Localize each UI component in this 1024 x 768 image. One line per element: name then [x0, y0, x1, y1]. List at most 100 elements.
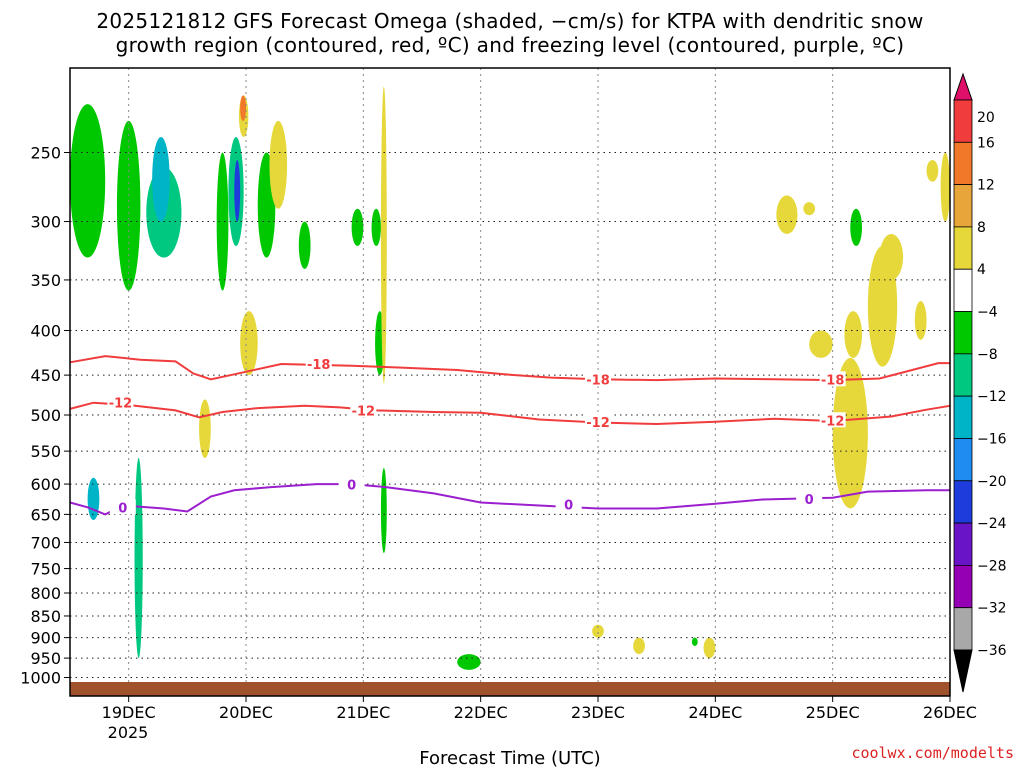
contour-label-0-3: 0 [805, 493, 814, 508]
x-axis-ticks: 19DEC 20DEC 21DEC 22DEC 23DEC 24DEC 25DEC 26DEC [102, 696, 977, 722]
y-tick-label-850: 850 [30, 607, 61, 626]
colorbar-label--8: −8 [977, 347, 998, 363]
colorbar-label--28: −28 [977, 558, 1007, 574]
omega-region-4 [216, 152, 229, 291]
omega-region-12 [298, 221, 311, 269]
colorbar-bottom-arrow [953, 649, 973, 693]
colorbar-label--12: −12 [977, 389, 1007, 405]
x-tick-label-19DEC: 19DEC [102, 703, 156, 722]
colorbar-label-8: 8 [977, 220, 986, 236]
y-tick-label-400: 400 [30, 322, 61, 341]
y-tick-label-600: 600 [30, 475, 61, 494]
omega-region-19 [134, 457, 143, 659]
x-tick-label-26DEC: 26DEC [923, 703, 977, 722]
y-tick-label-550: 550 [30, 442, 61, 461]
contour-label--12-2: -12 [586, 416, 610, 431]
omega-region-34 [914, 300, 927, 340]
colorbar-bin-10 [953, 522, 973, 566]
y-tick-label-950: 950 [30, 649, 61, 668]
omega-region-36 [940, 152, 950, 222]
colorbar-label--36: −36 [977, 643, 1007, 659]
chart-title-line-1: 2025121812 GFS Forecast Omega (shaded, −… [96, 9, 923, 33]
contour-label--18-0: -18 [307, 358, 331, 373]
y-tick-label-1000: 1000 [20, 669, 61, 688]
x-tick-label-22DEC: 22DEC [454, 703, 508, 722]
colorbar-label-20: 20 [977, 110, 995, 126]
colorbar-bin-5 [953, 311, 973, 355]
colorbar-bin-1 [953, 141, 973, 186]
contour-label--18-2: -18 [821, 373, 845, 388]
plot-background [70, 68, 950, 696]
omega-region-33 [879, 233, 904, 280]
omega-region-3 [152, 137, 170, 222]
chart-title-line-2: growth region (contoured, red, ºC) and f… [116, 33, 905, 57]
contour-label--12-0: -12 [109, 397, 133, 412]
omega-region-11 [269, 120, 288, 209]
omega-region-13 [351, 208, 364, 246]
forecast-chart: 2025121812 GFS Forecast Omega (shaded, −… [20, 9, 1014, 768]
y-tick-label-900: 900 [30, 629, 61, 648]
colorbar-label--32: −32 [977, 601, 1007, 617]
colorbar-top-arrow [953, 72, 973, 101]
omega-region-0 [70, 104, 106, 258]
omega-region-28 [850, 208, 863, 246]
contour-label-0-1: 0 [347, 479, 356, 494]
omega-region-21 [457, 654, 481, 670]
x-tick-label-24DEC: 24DEC [688, 703, 742, 722]
omega-region-25 [703, 637, 716, 659]
x-tick-label-25DEC: 25DEC [806, 703, 860, 722]
colorbar-bin-6 [953, 353, 973, 397]
contour-label-0-0: 0 [118, 501, 127, 516]
colorbar-label--20: −20 [977, 474, 1007, 490]
omega-region-29 [809, 330, 833, 358]
colorbar-label-16: 16 [977, 135, 995, 151]
y-axis-ticks: 250 300 350 400 450 500 550 600 650 700 750 800 850 9… [20, 144, 70, 688]
colorbar-bin-11 [953, 564, 973, 609]
x-axis-label: Forecast Time (UTC) [419, 748, 600, 768]
x-tick-label-21DEC: 21DEC [336, 703, 390, 722]
colorbar-label-4: 4 [977, 262, 986, 278]
omega-region-17 [380, 467, 387, 554]
colorbar-label-12: 12 [977, 178, 995, 194]
omega-region-31 [844, 311, 862, 358]
omega-region-8 [240, 95, 246, 121]
year-label: 2025 [108, 723, 149, 742]
colorbar-label--16: −16 [977, 431, 1007, 447]
ground-surface [70, 682, 950, 696]
omega-region-16 [380, 86, 387, 384]
omega-region-27 [803, 202, 816, 216]
colorbar-bin-4 [953, 268, 973, 312]
colorbar-label--4: −4 [977, 305, 998, 321]
colorbar-bin-12 [953, 607, 973, 651]
y-tick-label-250: 250 [30, 144, 61, 163]
x-tick-label-20DEC: 20DEC [219, 703, 273, 722]
y-tick-label-650: 650 [30, 505, 61, 524]
contour-label--18-1: -18 [586, 373, 610, 388]
omega-region-35 [926, 160, 939, 182]
y-tick-label-350: 350 [30, 271, 61, 290]
y-tick-label-700: 700 [30, 533, 61, 552]
y-tick-label-500: 500 [30, 406, 61, 425]
omega-region-9 [240, 311, 258, 376]
colorbar-bin-2 [953, 184, 973, 228]
colorbar-bin-3 [953, 226, 973, 270]
y-tick-label-750: 750 [30, 560, 61, 579]
colorbar-bin-8 [953, 438, 973, 482]
colorbar-bin-9 [953, 480, 973, 524]
omega-region-6 [234, 160, 241, 222]
contour-label--12-3: -12 [821, 414, 845, 429]
omega-region-14 [371, 208, 381, 246]
colorbar: 20 16 12 8 4 −4 −8 −12 −16 −20 −24 −28 −32 −36 [953, 72, 1007, 693]
colorbar-label--24: −24 [977, 516, 1007, 532]
colorbar-bin-0 [953, 99, 973, 143]
omega-region-26 [776, 195, 798, 234]
omega-region-20 [199, 399, 211, 458]
contour-label--12-1: -12 [352, 404, 376, 419]
x-tick-label-23DEC: 23DEC [571, 703, 625, 722]
y-tick-label-300: 300 [30, 213, 61, 232]
y-tick-label-800: 800 [30, 584, 61, 603]
y-tick-label-450: 450 [30, 366, 61, 385]
omega-region-23 [633, 637, 645, 655]
credit-label: coolwx.com/modelts [851, 744, 1014, 762]
contour-label-0-2: 0 [564, 498, 573, 513]
